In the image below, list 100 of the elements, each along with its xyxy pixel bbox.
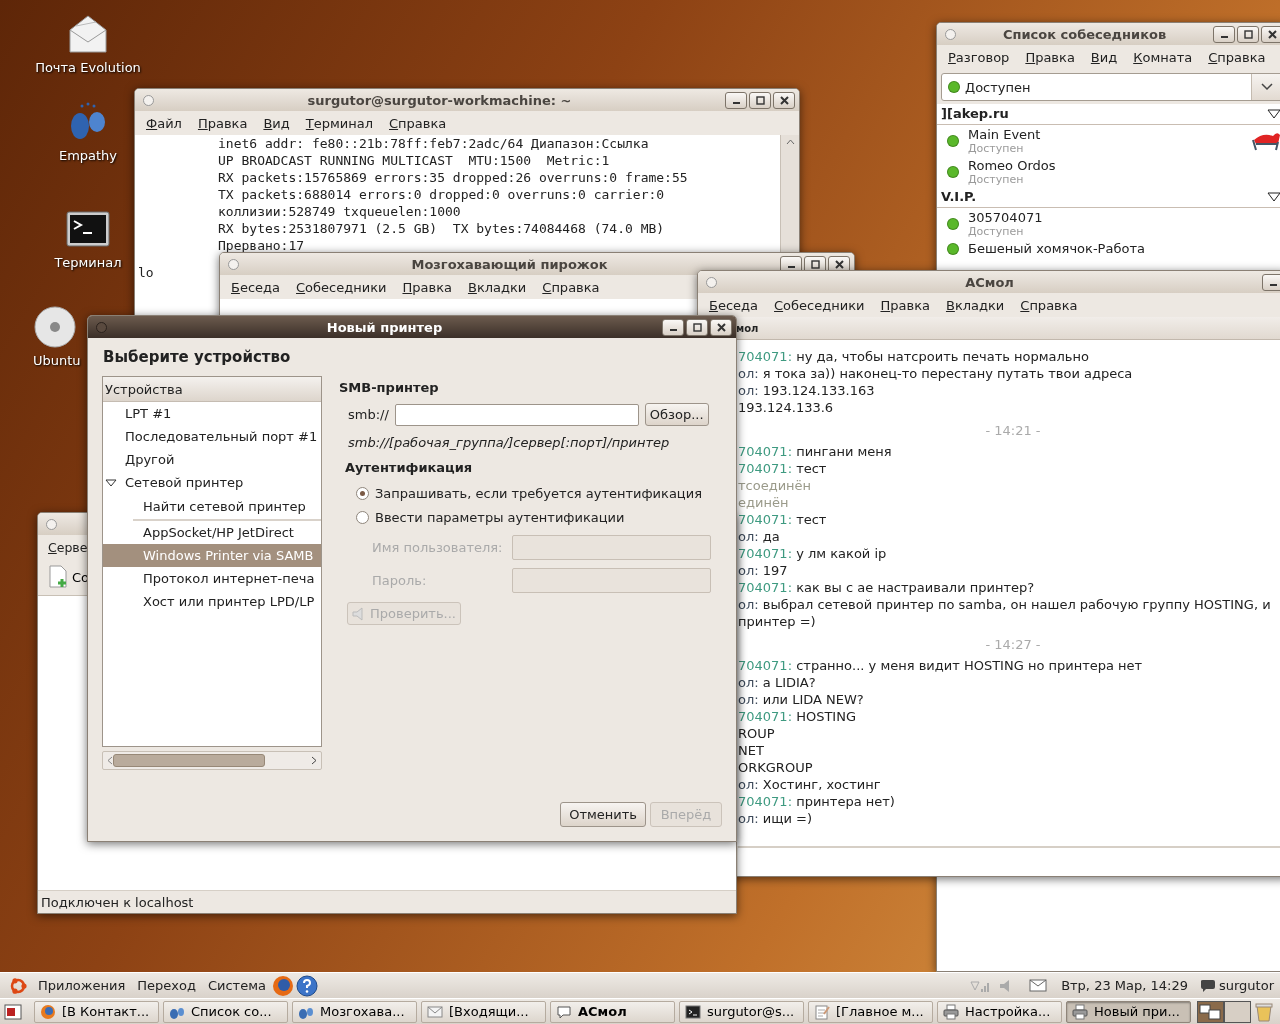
contact-item[interactable]: 305704071 Доступен xyxy=(937,208,1280,239)
maximize-button[interactable] xyxy=(1237,25,1259,43)
radio-button[interactable] xyxy=(356,487,369,500)
panel-menu[interactable]: Система xyxy=(201,978,272,993)
workspace-switcher[interactable] xyxy=(1197,1000,1251,1023)
status-dropdown[interactable]: Доступен xyxy=(941,73,1280,101)
menu-item[interactable]: Справка xyxy=(381,113,455,133)
triangle-down-icon[interactable] xyxy=(1267,191,1280,202)
close-button[interactable] xyxy=(1261,25,1280,43)
browse-button[interactable]: Обзор... xyxy=(644,403,709,426)
chat-message: 704071: у лм какой ip xyxy=(738,545,888,562)
device-item[interactable]: Последовательный порт #1 xyxy=(103,425,321,448)
close-button[interactable] xyxy=(773,91,795,109)
user-menu[interactable]: surgutor xyxy=(1216,978,1280,993)
help-icon[interactable] xyxy=(295,974,318,997)
section-title: Аутентификация xyxy=(345,460,474,475)
column-header[interactable]: Устройства xyxy=(103,377,321,402)
show-desktop-icon[interactable] xyxy=(4,1003,22,1020)
group-header[interactable]: ][akep.ru xyxy=(937,104,1280,125)
chat-tab[interactable]: мол xyxy=(736,322,759,334)
taskbar-item[interactable]: surgutor@s... xyxy=(679,1000,804,1023)
taskbar-item[interactable]: [Главное м... xyxy=(808,1000,933,1023)
device-item[interactable]: Найти сетевой принтер xyxy=(133,494,321,521)
dialog-button[interactable]: Отменить xyxy=(560,802,646,827)
globe-icon[interactable] xyxy=(271,974,294,997)
minimize-button[interactable] xyxy=(662,318,684,336)
taskbar-item[interactable]: [В Контакт... xyxy=(34,1000,159,1023)
menu-item[interactable]: Справка xyxy=(1012,295,1086,315)
terminal-line: lo xyxy=(138,264,154,281)
scroll-thumb[interactable] xyxy=(113,754,265,767)
chat-message: 704071: пингани меня xyxy=(738,443,893,460)
menu-item[interactable]: Собеседники xyxy=(766,295,873,315)
envelope-icon[interactable] xyxy=(1029,979,1048,992)
device-item[interactable]: Другой xyxy=(103,448,321,471)
menu-item[interactable]: Вкладки xyxy=(459,277,535,297)
minimize-button[interactable] xyxy=(725,91,747,109)
panel-menu[interactable]: Переход xyxy=(131,978,202,993)
terminal-line: RX packets:15765869 errors:35 dropped:26 overruns:0 frame:55 xyxy=(217,169,688,186)
menu-item[interactable]: Правка xyxy=(1017,47,1083,67)
device-item[interactable]: Хост или принтер LPD/LP xyxy=(103,590,321,613)
radio-option[interactable]: Ввести параметры аутентификации xyxy=(356,508,722,527)
triangle-down-icon[interactable] xyxy=(105,476,117,489)
chevron-right-icon[interactable] xyxy=(311,756,317,765)
minimize-button[interactable] xyxy=(1213,25,1235,43)
message-input[interactable] xyxy=(738,846,1280,876)
ubuntu-logo-icon[interactable] xyxy=(8,975,28,996)
speech-bubble-icon xyxy=(556,1003,572,1020)
disc-icon xyxy=(33,305,77,349)
menu-item[interactable]: Правка xyxy=(189,113,256,133)
system-message: тсоединён xyxy=(738,477,813,494)
panel-menu[interactable]: Приложения xyxy=(32,978,132,993)
taskbar-item[interactable]: Новый при... xyxy=(1066,1000,1191,1023)
device-item[interactable]: Сетевой принтер xyxy=(103,471,321,494)
close-button[interactable] xyxy=(710,318,732,336)
taskbar-item[interactable]: АСмол xyxy=(550,1000,675,1023)
menu-item[interactable]: Вид xyxy=(1082,47,1126,67)
device-item[interactable]: LPT #1 xyxy=(103,402,321,425)
triangle-down-icon[interactable] xyxy=(1267,108,1280,119)
contact-item[interactable]: Romeo Ordos Доступен xyxy=(937,156,1280,187)
menu-item[interactable]: Беседа xyxy=(701,295,767,315)
smb-address-field[interactable] xyxy=(394,403,639,426)
menu-item[interactable]: Собеседники xyxy=(288,277,395,297)
menu-item[interactable]: Справка xyxy=(1200,47,1274,67)
clock[interactable]: Втр, 23 Мар, 14:29 xyxy=(1055,978,1194,993)
window-title: Новый принтер xyxy=(325,319,444,335)
menu-item[interactable]: Правка xyxy=(394,277,460,297)
desktop-icon-label[interactable]: Почта Evolution xyxy=(35,60,141,75)
radio-button[interactable] xyxy=(356,511,369,524)
menu-item[interactable]: Комната xyxy=(1125,47,1201,67)
desktop-icon-label[interactable]: Ubuntu xyxy=(33,353,81,368)
maximize-button[interactable] xyxy=(749,91,771,109)
menu-item[interactable]: Беседа xyxy=(223,277,289,297)
menu-item[interactable]: Файл xyxy=(138,113,190,133)
taskbar-item[interactable]: [Входящи... xyxy=(421,1000,546,1023)
menu-item[interactable]: Вид xyxy=(255,113,298,133)
minimize-button[interactable] xyxy=(1262,273,1280,291)
radio-option[interactable]: Запрашивать, если требуется аутентификация xyxy=(356,484,722,503)
menu-item[interactable]: Правка xyxy=(872,295,938,315)
contact-item[interactable]: Бешеный хомячок-Работа xyxy=(937,239,1280,257)
terminal-line: UP BROADCAST RUNNING MULTICAST MTU:1500 Metric:1 xyxy=(217,152,610,169)
device-item[interactable]: Протокол интернет-печа xyxy=(103,567,321,590)
chevron-left-icon[interactable] xyxy=(107,756,113,765)
horizontal-scrollbar[interactable] xyxy=(102,751,322,770)
desktop-icon-label[interactable]: Терминал xyxy=(54,255,122,270)
taskbar-item[interactable]: Настройка... xyxy=(937,1000,1062,1023)
status-bar: Подключен к localhost xyxy=(38,890,736,913)
chat-message: ол: да xyxy=(738,528,781,545)
taskbar-item[interactable]: Список со... xyxy=(163,1000,288,1023)
device-item[interactable]: AppSocket/HP JetDirect xyxy=(103,521,321,544)
menu-item[interactable]: Терминал xyxy=(297,113,381,133)
desktop-icon-label[interactable]: Empathy xyxy=(58,148,118,163)
taskbar-item[interactable]: Мозгохава... xyxy=(292,1000,417,1023)
menu-item[interactable]: Серве xyxy=(41,537,88,557)
contact-item[interactable]: Main Event Доступен xyxy=(937,125,1280,156)
group-header[interactable]: V.I.P. xyxy=(937,187,1280,208)
menu-item[interactable]: Справка xyxy=(534,277,608,297)
menu-item[interactable]: Вкладки xyxy=(937,295,1013,315)
maximize-button[interactable] xyxy=(686,318,708,336)
menu-item[interactable]: Разговор xyxy=(940,47,1018,67)
scroll-up-icon[interactable] xyxy=(785,139,795,145)
